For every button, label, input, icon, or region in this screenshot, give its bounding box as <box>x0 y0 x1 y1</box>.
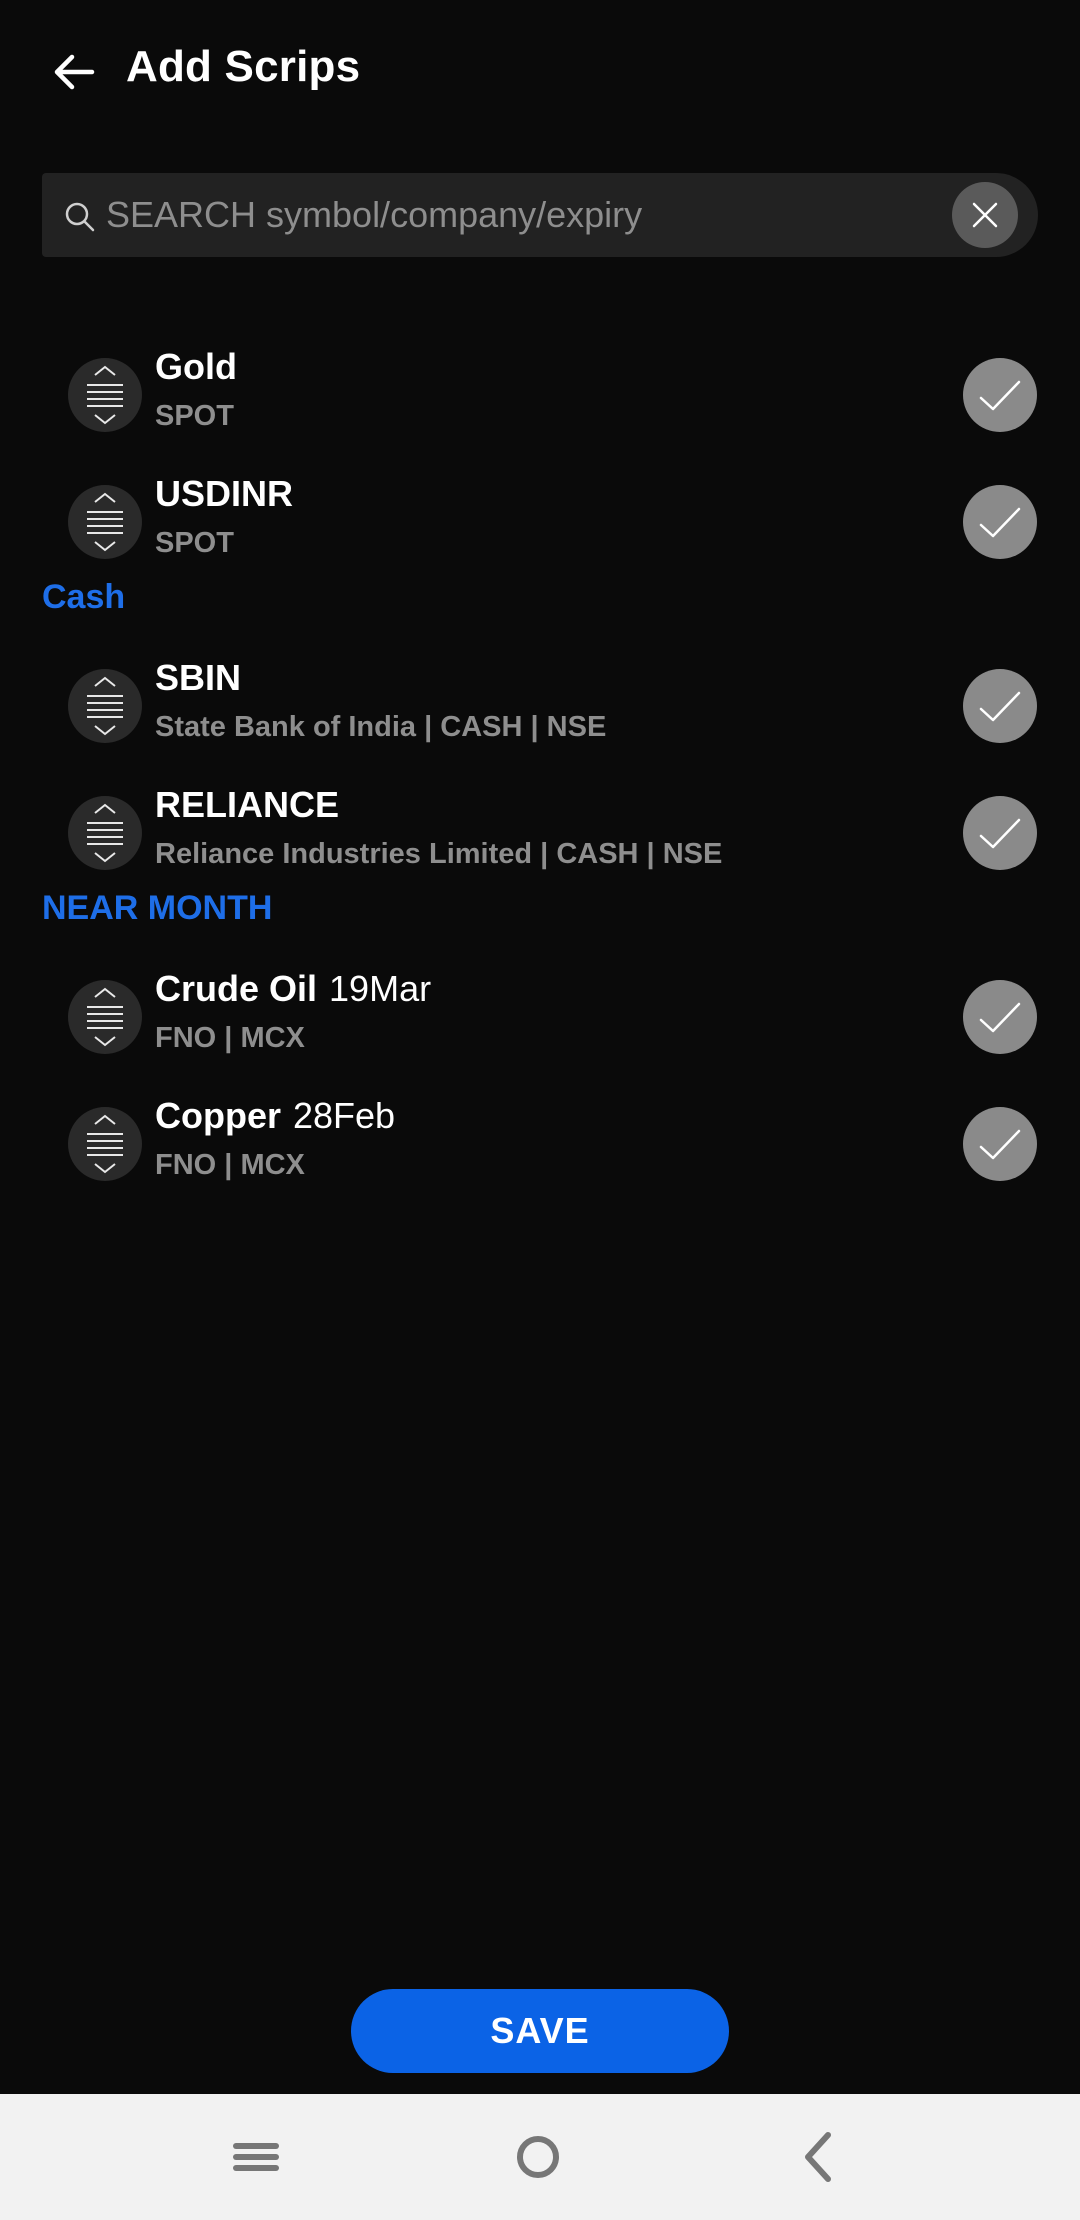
scrip-name: Gold <box>155 346 237 387</box>
clear-search-button[interactable] <box>952 182 1018 248</box>
reorder-handle-icon[interactable] <box>68 358 142 432</box>
system-navigation-bar <box>0 2094 1080 2220</box>
scrip-name: RELIANCE <box>155 784 340 825</box>
scrip-subtitle: FNO | MCX <box>155 1022 305 1054</box>
recents-button[interactable] <box>221 2122 291 2192</box>
select-toggle-button[interactable] <box>963 358 1037 432</box>
scrip-subtitle: State Bank of India | CASH | NSE <box>155 711 607 743</box>
checkmark-icon <box>979 818 1021 849</box>
arrow-left-icon <box>54 54 95 90</box>
select-toggle-button[interactable] <box>963 796 1037 870</box>
scrip-name: SBIN <box>155 657 242 698</box>
checkmark-icon <box>979 507 1021 538</box>
app-header: Add Scrips <box>0 0 1080 140</box>
checkmark-icon <box>979 691 1021 722</box>
section-header-near-month: NEAR MONTH <box>42 889 273 927</box>
scrip-subtitle: SPOT <box>155 527 234 559</box>
checkmark-icon <box>979 1002 1021 1033</box>
scrip-name: USDINR <box>155 473 294 514</box>
home-button[interactable] <box>503 2122 573 2192</box>
home-circle-icon <box>517 2136 559 2178</box>
checkmark-icon <box>979 1129 1021 1160</box>
save-button[interactable]: SAVE <box>351 1989 729 2073</box>
list-item[interactable]: SBIN State Bank of India | CASH | NSE <box>0 645 1080 765</box>
back-button[interactable] <box>42 40 106 104</box>
scrip-subtitle: SPOT <box>155 400 234 432</box>
section-header-cash: Cash <box>42 578 126 616</box>
list-item[interactable]: Crude Oil 19Mar FNO | MCX <box>0 956 1080 1076</box>
scrip-subtitle: Reliance Industries Limited | CASH | NSE <box>155 838 723 870</box>
select-toggle-button[interactable] <box>963 980 1037 1054</box>
scrip-name: Crude Oil 19Mar <box>155 968 432 1009</box>
reorder-handle-icon[interactable] <box>68 980 142 1054</box>
reorder-handle-icon[interactable] <box>68 669 142 743</box>
reorder-handle-icon[interactable] <box>68 485 142 559</box>
search-bar <box>42 173 1038 257</box>
select-toggle-button[interactable] <box>963 485 1037 559</box>
search-icon <box>65 202 95 232</box>
recents-icon <box>233 2143 279 2171</box>
system-back-button[interactable] <box>783 2122 853 2192</box>
checkmark-icon <box>979 380 1021 411</box>
reorder-handle-icon[interactable] <box>68 1107 142 1181</box>
chevron-left-icon <box>805 2132 831 2182</box>
search-input[interactable] <box>106 173 966 257</box>
list-item[interactable]: USDINR SPOT <box>0 461 1080 581</box>
page-title: Add Scrips <box>126 42 361 91</box>
select-toggle-button[interactable] <box>963 669 1037 743</box>
scrip-name: Copper 28Feb <box>155 1095 396 1136</box>
select-toggle-button[interactable] <box>963 1107 1037 1181</box>
scrip-subtitle: FNO | MCX <box>155 1149 305 1181</box>
list-item[interactable]: RELIANCE Reliance Industries Limited | C… <box>0 772 1080 892</box>
close-icon <box>972 202 998 228</box>
reorder-handle-icon[interactable] <box>68 796 142 870</box>
list-item[interactable]: Gold SPOT <box>0 334 1080 454</box>
list-item[interactable]: Copper 28Feb FNO | MCX <box>0 1083 1080 1203</box>
